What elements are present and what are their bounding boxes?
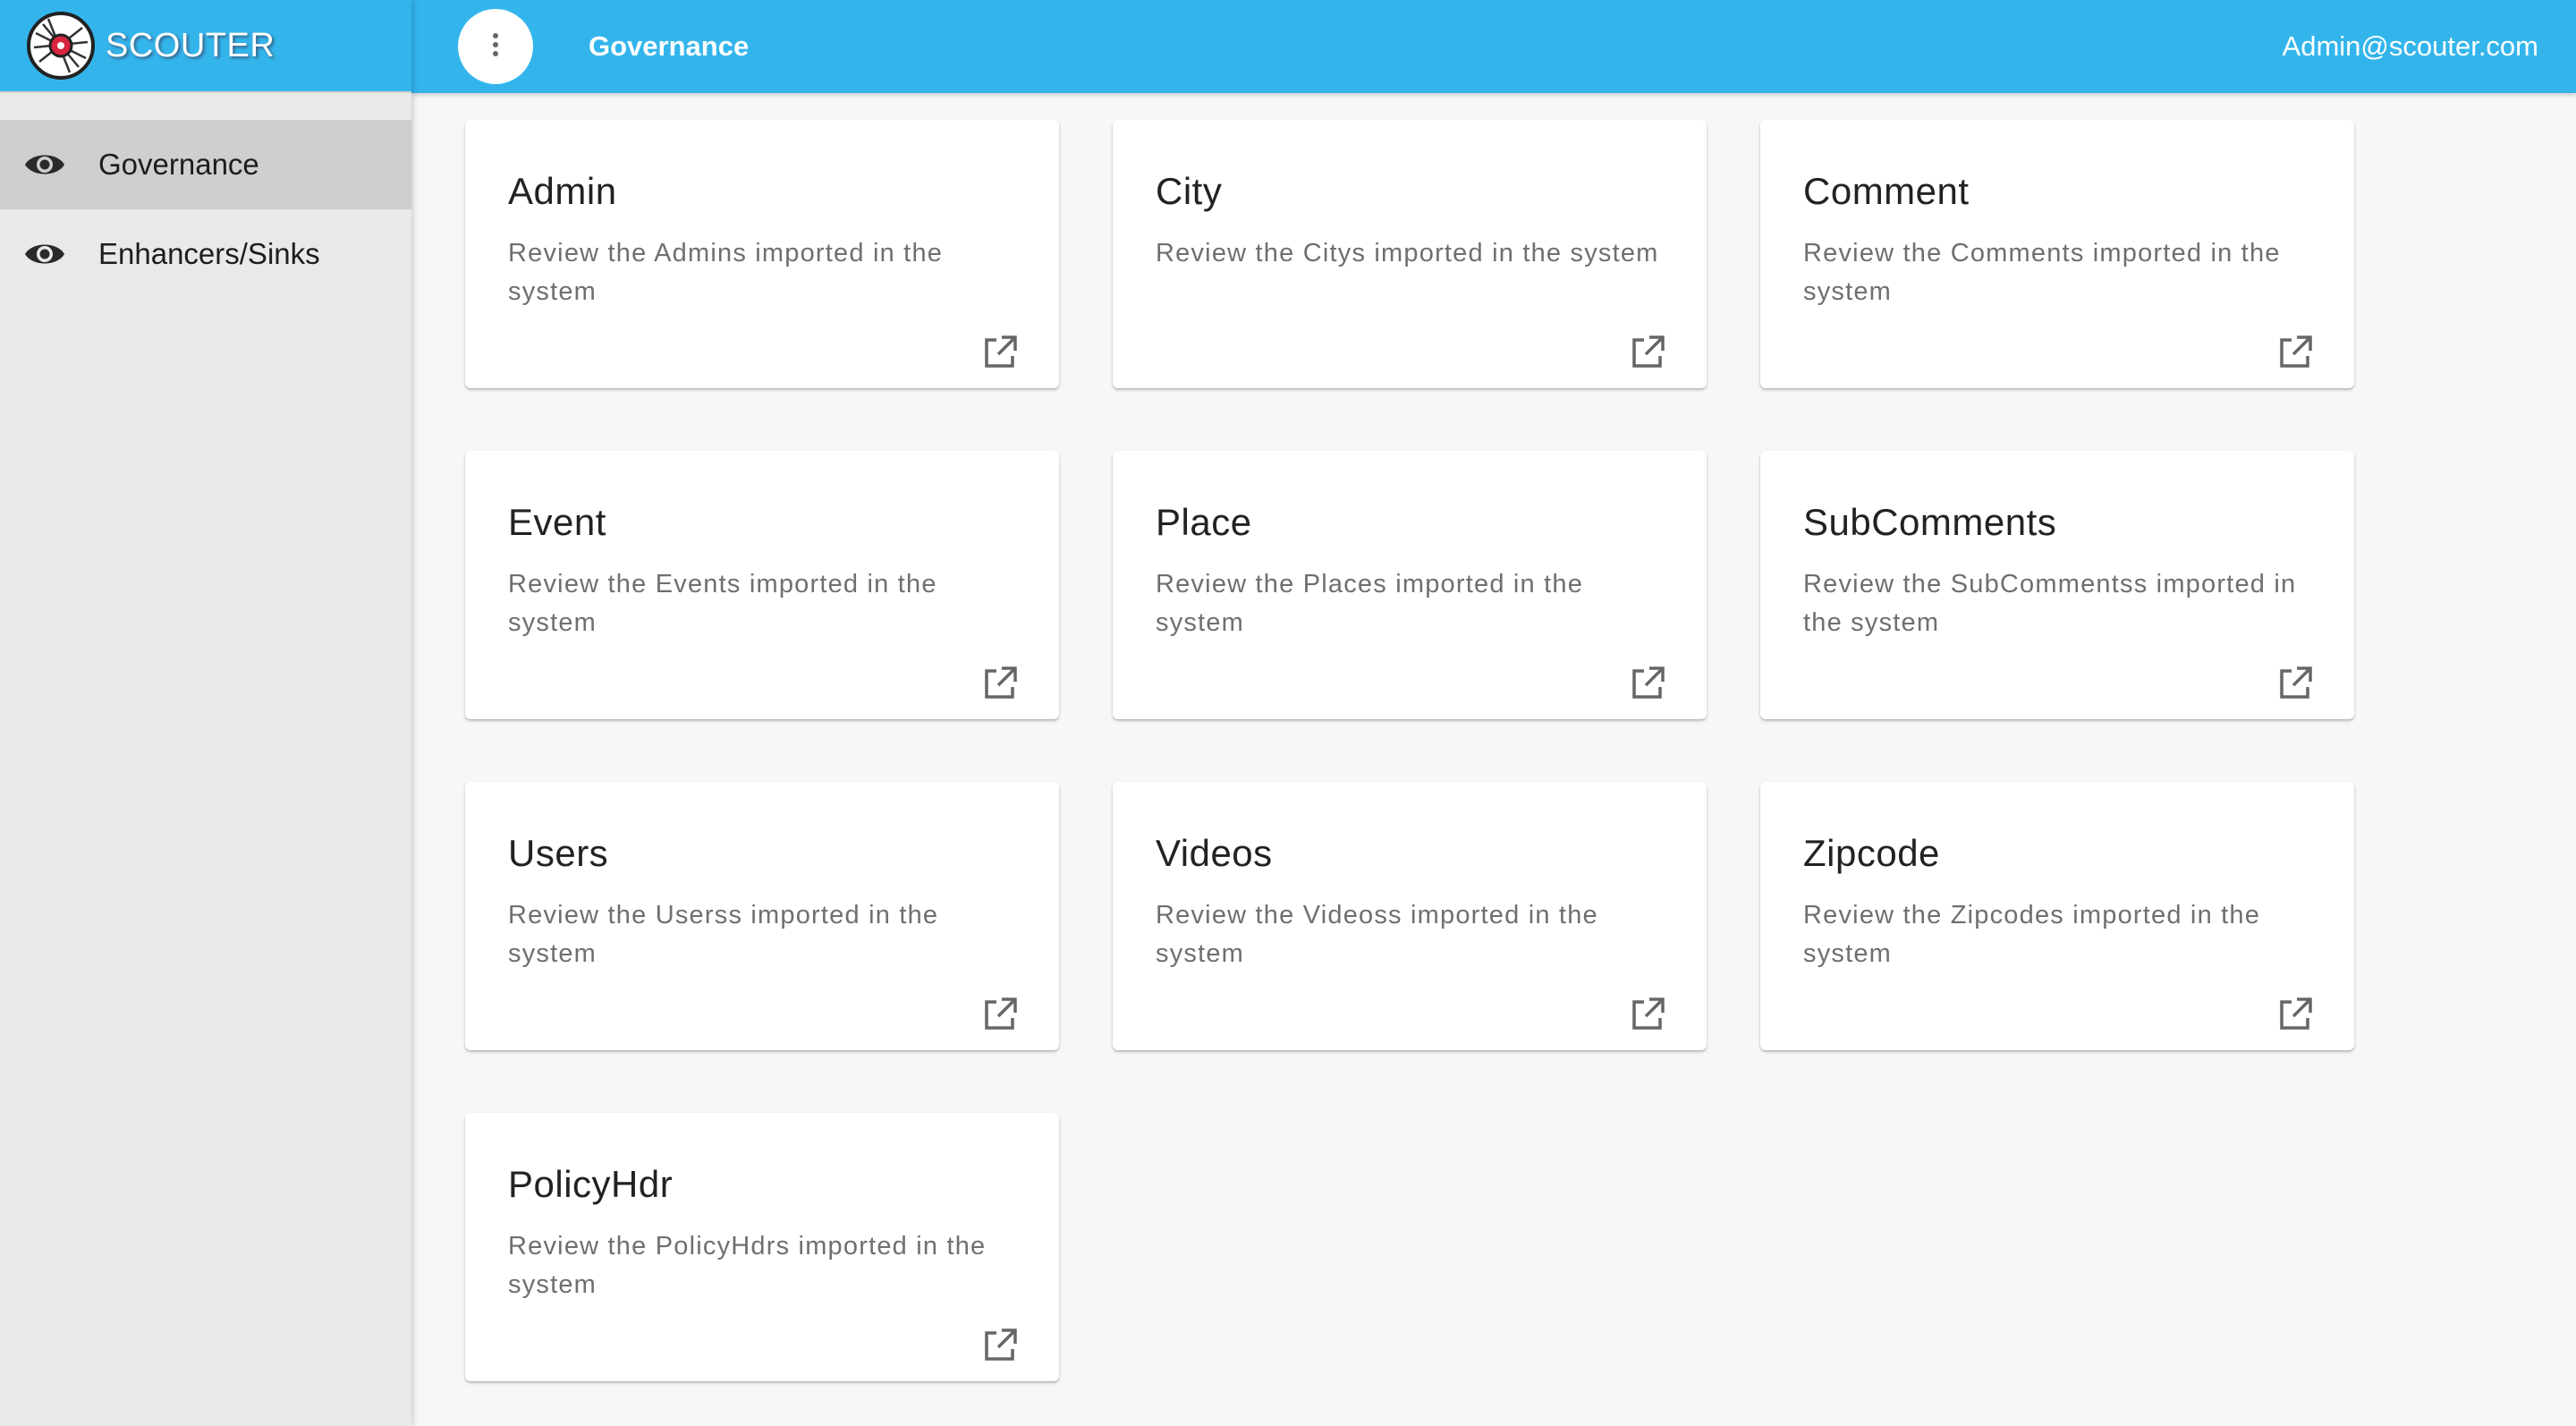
- sidebar-item-label: Enhancers/Sinks: [98, 237, 320, 270]
- more-menu-button[interactable]: [458, 9, 533, 84]
- card-description: Review the PolicyHdrs imported in the sy…: [508, 1232, 987, 1299]
- sidebar-item-label: Governance: [98, 148, 259, 181]
- open-in-new-icon[interactable]: [2272, 660, 2318, 707]
- sidebar-nav: Governance Enhancers/Sinks: [0, 120, 411, 299]
- card-description: Review the Userss imported in the system: [508, 901, 939, 968]
- card-description: Review the SubCommentss imported in the …: [1803, 570, 2297, 637]
- open-in-new-icon[interactable]: [1624, 991, 1671, 1038]
- card-title: Videos: [1156, 832, 1273, 874]
- card-admin[interactable]: Admin Review the Admins imported in the …: [465, 120, 1059, 388]
- card-users[interactable]: Users Review the Userss imported in the …: [465, 782, 1059, 1050]
- scouter-logo-icon[interactable]: [27, 12, 95, 80]
- sidebar: SCOUTER Governance Enhancers/Sinks: [0, 0, 411, 1426]
- eye-icon: [23, 143, 66, 186]
- top-bar: Governance Admin@scouter.com: [411, 0, 2576, 93]
- card-title: Users: [508, 832, 609, 874]
- open-in-new-icon[interactable]: [977, 660, 1023, 707]
- card-subcomments[interactable]: SubComments Review the SubCommentss impo…: [1760, 451, 2354, 719]
- open-in-new-icon[interactable]: [2272, 991, 2318, 1038]
- card-description: Review the Zipcodes imported in the syst…: [1803, 901, 2261, 968]
- card-description: Review the Events imported in the system: [508, 570, 937, 637]
- user-account[interactable]: Admin@scouter.com: [2283, 30, 2538, 63]
- card-policyhdr[interactable]: PolicyHdr Review the PolicyHdrs imported…: [465, 1113, 1059, 1381]
- card-description: Review the Videoss imported in the syste…: [1156, 901, 1598, 968]
- card-description: Review the Citys imported in the system: [1156, 239, 1659, 267]
- sidebar-item-enhancers-sinks[interactable]: Enhancers/Sinks: [0, 209, 411, 299]
- card-description: Review the Comments imported in the syst…: [1803, 239, 2281, 306]
- open-in-new-icon[interactable]: [1624, 329, 1671, 376]
- brand-name: SCOUTER: [106, 26, 275, 64]
- card-title: PolicyHdr: [508, 1163, 674, 1205]
- card-title: Place: [1156, 501, 1252, 543]
- card-title: Comment: [1803, 170, 1970, 212]
- open-in-new-icon[interactable]: [1624, 660, 1671, 707]
- card-title: City: [1156, 170, 1223, 212]
- open-in-new-icon[interactable]: [977, 329, 1023, 376]
- eye-icon: [23, 233, 66, 276]
- card-description: Review the Places imported in the system: [1156, 570, 1584, 637]
- sidebar-item-governance[interactable]: Governance: [0, 120, 411, 209]
- card-videos[interactable]: Videos Review the Videoss imported in th…: [1113, 782, 1707, 1050]
- card-title: SubComments: [1803, 501, 2057, 543]
- open-in-new-icon[interactable]: [2272, 329, 2318, 376]
- open-in-new-icon[interactable]: [977, 991, 1023, 1038]
- card-place[interactable]: Place Review the Places imported in the …: [1113, 451, 1707, 719]
- card-comment[interactable]: Comment Review the Comments imported in …: [1760, 120, 2354, 388]
- sidebar-header: SCOUTER: [0, 0, 411, 93]
- open-in-new-icon[interactable]: [977, 1322, 1023, 1369]
- card-title: Zipcode: [1803, 832, 1940, 874]
- card-event[interactable]: Event Review the Events imported in the …: [465, 451, 1059, 719]
- card-description: Review the Admins imported in the system: [508, 239, 944, 306]
- card-title: Event: [508, 501, 606, 543]
- card-zipcode[interactable]: Zipcode Review the Zipcodes imported in …: [1760, 782, 2354, 1050]
- card-city[interactable]: City Review the Citys imported in the sy…: [1113, 120, 1707, 388]
- card-title: Admin: [508, 170, 617, 212]
- more-vertical-icon: [491, 32, 500, 62]
- page-title: Governance: [589, 30, 750, 62]
- card-grid: Admin Review the Admins imported in the …: [465, 120, 2354, 1381]
